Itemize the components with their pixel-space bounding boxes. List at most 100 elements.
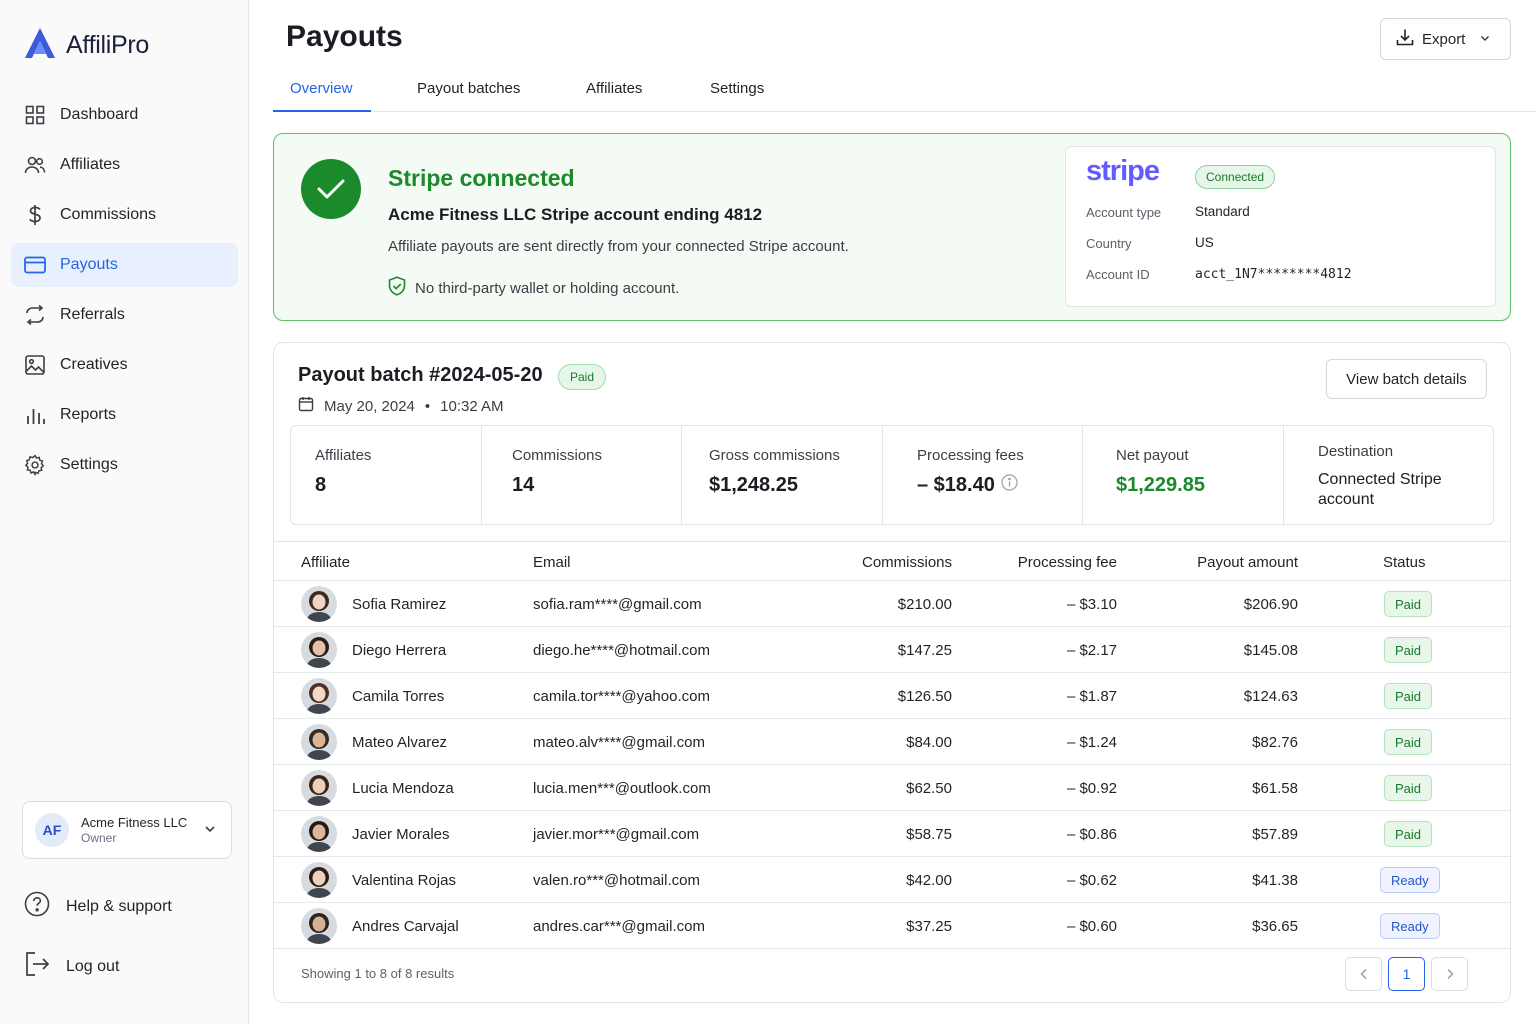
payout-batch-card: Payout batch #2024-05-20 Paid May 20, 20… [273, 342, 1511, 1003]
affiliate-email: camila.tor****@yahoo.com [533, 688, 710, 705]
affiliate-name[interactable]: Mateo Alvarez [352, 734, 447, 751]
sidebar-item-referrals[interactable]: Referrals [11, 293, 238, 337]
status-badge: Paid [1384, 729, 1433, 755]
stripe-subtitle: Acme Fitness LLC Stripe account ending 4… [388, 205, 763, 224]
affiliate-name[interactable]: Lucia Mendoza [352, 780, 454, 797]
affiliate-name[interactable]: Diego Herrera [352, 642, 446, 659]
commissions-amount: $126.50 [897, 688, 952, 705]
table-row[interactable]: Andres Carvajal andres.car***@gmail.com $3… [274, 903, 1510, 949]
stat-value: Connected Stripe account [1318, 471, 1442, 508]
next-page-button[interactable] [1431, 957, 1468, 991]
column-header-status[interactable]: Status [1383, 554, 1426, 571]
table-row[interactable]: Camila Torres camila.tor****@yahoo.com $12… [274, 673, 1510, 719]
stat-label: Gross commissions [709, 447, 840, 464]
commissions-amount: $210.00 [897, 596, 952, 613]
batch-title: Payout batch #2024-05-20 [298, 364, 543, 386]
fees-value: – $18.40 [917, 474, 995, 496]
stat-value: – $18.40 [917, 474, 1018, 497]
table-row[interactable]: Lucia Mendoza lucia.men***@outlook.com $62… [274, 765, 1510, 811]
arrows-icon [23, 303, 47, 327]
export-button[interactable]: Export [1380, 18, 1511, 60]
help-support-link[interactable]: Help & support [24, 891, 172, 922]
affiliate-email: diego.he****@hotmail.com [533, 642, 710, 659]
column-header-email[interactable]: Email [533, 554, 571, 571]
tab-payout-batches[interactable]: Payout batches [417, 80, 520, 97]
date-separator: • [424, 397, 431, 415]
country-label: Country [1086, 236, 1132, 251]
payout-amount: $124.63 [1243, 688, 1298, 705]
avatar [301, 678, 337, 714]
stripe-note: No third-party wallet or holding account… [388, 276, 679, 300]
affiliate-email: valen.ro***@hotmail.com [533, 872, 700, 889]
table-row[interactable]: Valentina Rojas valen.ro***@hotmail.com $4… [274, 857, 1510, 903]
affiliate-email: javier.mor***@gmail.com [533, 826, 700, 843]
active-tab-indicator [273, 110, 371, 112]
sidebar-item-settings[interactable]: Settings [11, 443, 238, 487]
stat-label: Processing fees [917, 447, 1024, 464]
logout-link[interactable]: Log out [24, 951, 119, 982]
account-role: Owner [81, 830, 117, 845]
dollar-icon [23, 203, 47, 227]
sidebar-item-payouts[interactable]: Payouts [11, 243, 238, 287]
stat-net-payout: Net payout $1,229.85 [1083, 426, 1284, 524]
help-circle-icon [24, 891, 50, 922]
processing-fee-amount: – $2.17 [1066, 642, 1117, 659]
status-badge: Paid [1384, 775, 1433, 801]
stat-gross-commissions: Gross commissions $1,248.25 [682, 426, 883, 524]
payout-amount: $145.08 [1243, 642, 1298, 659]
brand-logo[interactable]: AffiliPro [22, 26, 149, 65]
column-header-commissions[interactable]: Commissions [862, 554, 952, 571]
prev-page-button[interactable] [1345, 957, 1382, 991]
sidebar-item-label: Dashboard [60, 106, 139, 123]
grid-icon [23, 103, 47, 127]
affiliate-name[interactable]: Javier Morales [352, 826, 450, 843]
stat-affiliates: Affiliates 8 [291, 426, 482, 524]
column-header-affiliate[interactable]: Affiliate [301, 554, 350, 571]
account-type-label: Account type [1086, 205, 1162, 220]
avatar: AF [35, 813, 69, 847]
table-row[interactable]: Mateo Alvarez mateo.alv****@gmail.com $84.… [274, 719, 1510, 765]
tab-settings[interactable]: Settings [710, 80, 764, 97]
payout-amount: $36.65 [1252, 918, 1298, 935]
table-row[interactable]: Javier Morales javier.mor***@gmail.com $58… [274, 811, 1510, 857]
view-batch-details-button[interactable]: View batch details [1326, 359, 1487, 399]
affiliate-name[interactable]: Andres Carvajal [352, 918, 459, 935]
tab-affiliates[interactable]: Affiliates [586, 80, 642, 97]
processing-fee-amount: – $3.10 [1066, 596, 1117, 613]
sidebar-item-creatives[interactable]: Creatives [11, 343, 238, 387]
sidebar-item-label: Affiliates [60, 156, 121, 173]
stat-processing-fees: Processing fees – $18.40 [883, 426, 1083, 524]
avatar [301, 816, 337, 852]
chevron-right-icon [1446, 968, 1454, 980]
account-id-value: acct_1N7********4812 [1195, 267, 1352, 282]
status-badge: Paid [1384, 683, 1433, 709]
table-row[interactable]: Diego Herrera diego.he****@hotmail.com $14… [274, 627, 1510, 673]
sidebar-item-dashboard[interactable]: Dashboard [11, 93, 238, 137]
table-row[interactable]: Sofia Ramirez sofia.ram****@gmail.com $210… [274, 581, 1510, 627]
commissions-amount: $37.25 [906, 918, 952, 935]
column-header-payout-amount[interactable]: Payout amount [1197, 554, 1298, 571]
users-icon [23, 153, 47, 177]
stat-destination: Destination Connected Stripe account [1284, 426, 1493, 524]
stat-value: 14 [512, 474, 535, 496]
page-button-current[interactable]: 1 [1388, 957, 1425, 991]
results-summary: Showing 1 to 8 of 8 results [301, 966, 455, 981]
info-icon[interactable] [1001, 474, 1018, 497]
avatar [301, 862, 337, 898]
tab-overview[interactable]: Overview [290, 80, 353, 97]
sidebar-item-commissions[interactable]: Commissions [11, 193, 238, 237]
commissions-amount: $58.75 [906, 826, 952, 843]
account-switcher[interactable]: AF Acme Fitness LLC Owner [22, 801, 232, 859]
processing-fee-amount: – $0.62 [1066, 872, 1117, 889]
sidebar-item-affiliates[interactable]: Affiliates [11, 143, 238, 187]
sidebar: AffiliPro Dashboard Affiliates Commissio… [0, 0, 249, 1024]
sidebar-item-reports[interactable]: Reports [11, 393, 238, 437]
payout-amount: $206.90 [1243, 596, 1298, 613]
affiliate-name[interactable]: Sofia Ramirez [352, 596, 446, 613]
affiliate-name[interactable]: Camila Torres [352, 688, 444, 705]
affiliate-name[interactable]: Valentina Rojas [352, 872, 456, 889]
account-text: Acme Fitness LLC Owner [81, 815, 187, 845]
commissions-amount: $147.25 [897, 642, 952, 659]
column-header-processing-fee[interactable]: Processing fee [1018, 554, 1117, 571]
stat-value: $1,248.25 [709, 474, 798, 496]
